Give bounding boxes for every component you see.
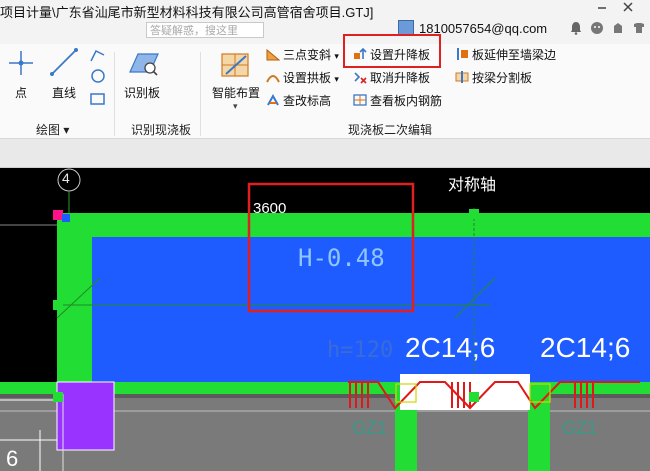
set-arch-slab-icon xyxy=(266,70,280,84)
title-bar: 项目计量\广东省汕尾市新型材料科技有限公司高管宿舍项目.GTJ] 答疑解惑，搜这… xyxy=(0,0,650,44)
set-arch-slab-button[interactable]: 设置拱板 ▾ xyxy=(266,69,339,87)
minimize-icon[interactable] xyxy=(594,0,610,16)
three-point-slope-button[interactable]: 三点变斜 ▾ xyxy=(266,46,339,64)
grip-handle xyxy=(53,210,63,220)
view-tab-strip xyxy=(0,139,650,168)
window-title: 项目计量\广东省汕尾市新型材料科技有限公司高管宿舍项目.GTJ] xyxy=(0,5,374,20)
cancel-lift-slab-icon xyxy=(353,70,367,84)
beam-left xyxy=(62,237,92,397)
check-elevation-button[interactable]: 查改标高 xyxy=(266,92,331,110)
grip-handle xyxy=(53,300,63,310)
view-slab-rebar-icon xyxy=(353,93,367,107)
check-elevation-icon xyxy=(266,93,280,107)
slab-elevation-label: H-0.48 xyxy=(298,244,385,272)
point-icon[interactable] xyxy=(6,48,36,78)
draw-shapes-icon[interactable] xyxy=(88,46,108,108)
column-strip xyxy=(528,394,550,471)
column-label-left: GZ1 xyxy=(352,418,388,438)
point-button[interactable]: 点 xyxy=(15,84,27,101)
highlight-box xyxy=(343,34,441,68)
smart-layout-button[interactable]: 智能布置 xyxy=(212,84,260,101)
split-slab-icon xyxy=(455,70,469,84)
extend-slab-icon xyxy=(455,47,469,61)
separator xyxy=(114,52,115,136)
slab-thickness-label: h=120 xyxy=(327,338,394,363)
separator xyxy=(200,52,201,136)
rebar-label-left: 2C14;6 xyxy=(405,332,496,363)
recognize-group-label: 识别现浇板 xyxy=(131,123,192,137)
extend-slab-button[interactable]: 板延伸至墙梁边 xyxy=(455,46,556,64)
recognize-slab-button[interactable]: 识别板 xyxy=(124,84,160,101)
line-button[interactable]: 直线 xyxy=(52,84,76,101)
line-icon[interactable] xyxy=(48,46,80,78)
recognize-slab-icon[interactable] xyxy=(128,50,160,78)
chevron-down-icon[interactable]: ▾ xyxy=(233,101,238,112)
rebar-label-right: 2C14;6 xyxy=(540,332,631,363)
grip-handle xyxy=(53,392,63,402)
axis-number: 4 xyxy=(62,170,70,186)
skin-icon[interactable] xyxy=(631,21,647,37)
close-icon[interactable] xyxy=(620,0,636,16)
grip-handle xyxy=(469,392,479,402)
help-icon[interactable] xyxy=(610,21,626,37)
search-input[interactable]: 答疑解惑，搜这里 xyxy=(146,22,264,38)
cancel-lift-slab-button[interactable]: 取消升降板 xyxy=(353,69,430,87)
drawing-canvas[interactable]: 4 对称轴 3600 H-0.48 h=120 2C14;6 2C14;6 GZ… xyxy=(0,168,650,471)
grip-handle xyxy=(62,214,70,222)
view-slab-rebar-button[interactable]: 查看板内钢筋 xyxy=(353,92,442,110)
dimension-label: 3600 xyxy=(253,200,287,217)
symmetry-label: 对称轴 xyxy=(448,177,497,194)
smart-layout-icon[interactable] xyxy=(220,50,252,80)
column-purple xyxy=(56,381,115,451)
user-center-icon[interactable] xyxy=(589,21,605,37)
grip-handle xyxy=(469,209,479,219)
notification-icon[interactable] xyxy=(568,21,584,37)
split-slab-button[interactable]: 按梁分割板 xyxy=(455,69,532,87)
column-label-right: GZ1 xyxy=(562,418,598,438)
edge-number: 6 xyxy=(6,446,19,471)
draw-group-label[interactable]: 绘图 ▾ xyxy=(36,121,69,138)
edit-group-label: 现浇板二次编辑 xyxy=(348,123,433,137)
three-point-slope-icon xyxy=(266,47,281,61)
